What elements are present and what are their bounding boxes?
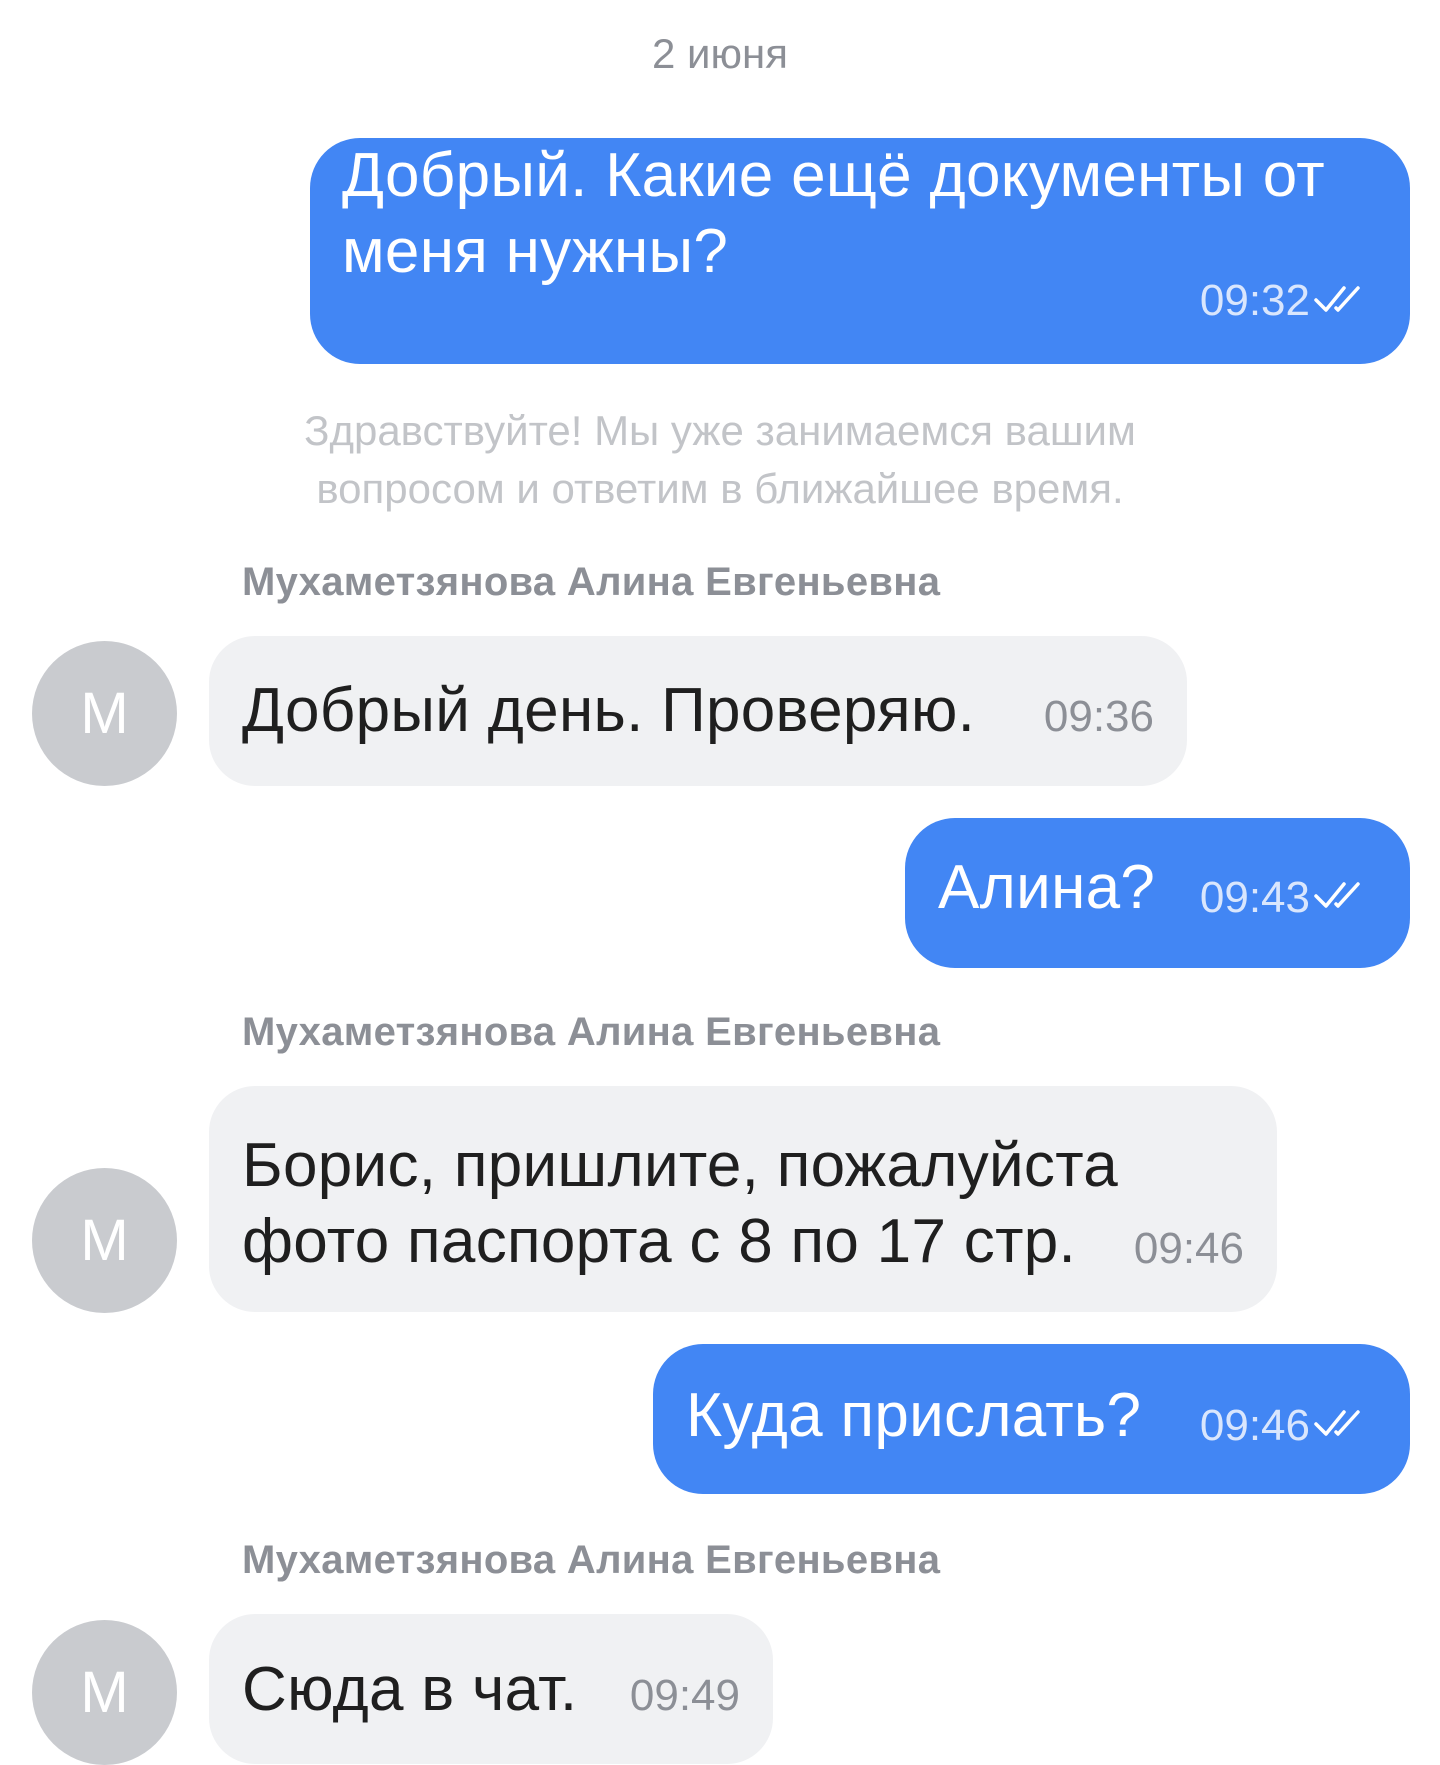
message-text: Добрый день. Проверяю. <box>242 676 976 745</box>
double-check-icon <box>1314 882 1360 908</box>
message-text: Борис, пришлите, пожалуйста фото паспорт… <box>242 1131 1119 1276</box>
message-time: 09:46 <box>1133 1224 1244 1273</box>
incoming-message[interactable]: Борис, пришлите, пожалуйста фото паспорт… <box>209 1086 1277 1312</box>
avatar[interactable]: М <box>32 641 177 786</box>
avatar[interactable]: М <box>32 1168 177 1313</box>
message-time: 09:32 <box>1199 276 1310 325</box>
message-time: 09:43 <box>1199 873 1310 922</box>
message-time: 09:49 <box>629 1671 740 1720</box>
message-time: 09:36 <box>1043 692 1154 741</box>
message-text: Добрый. Какие ещё документы от меня нужн… <box>342 141 1325 286</box>
message-time: 09:46 <box>1199 1401 1310 1450</box>
sender-name: Мухаметзянова Алина Евгеньевна <box>242 1010 941 1054</box>
system-message: Здравствуйте! Мы уже занимаемся вашим во… <box>304 407 1136 512</box>
sender-name: Мухаметзянова Алина Евгеньевна <box>242 560 941 604</box>
message-text: Сюда в чат. <box>242 1655 578 1724</box>
message-text: Куда прислать? <box>686 1381 1142 1450</box>
message-text: Алина? <box>938 853 1156 922</box>
incoming-message[interactable]: Добрый день. Проверяю. 09:36 <box>209 636 1187 786</box>
sender-name: Мухаметзянова Алина Евгеньевна <box>242 1538 941 1582</box>
date-separator: 2 июня <box>652 30 788 77</box>
outgoing-message[interactable]: Добрый. Какие ещё документы от меня нужн… <box>310 138 1410 364</box>
avatar[interactable]: М <box>32 1620 177 1765</box>
outgoing-message[interactable]: Алина? 09:43 <box>905 818 1410 968</box>
double-check-icon <box>1314 1410 1360 1436</box>
double-check-icon <box>1314 286 1360 312</box>
outgoing-message[interactable]: Куда прислать? 09:46 <box>653 1344 1410 1494</box>
incoming-message[interactable]: Сюда в чат. 09:49 <box>209 1614 773 1764</box>
